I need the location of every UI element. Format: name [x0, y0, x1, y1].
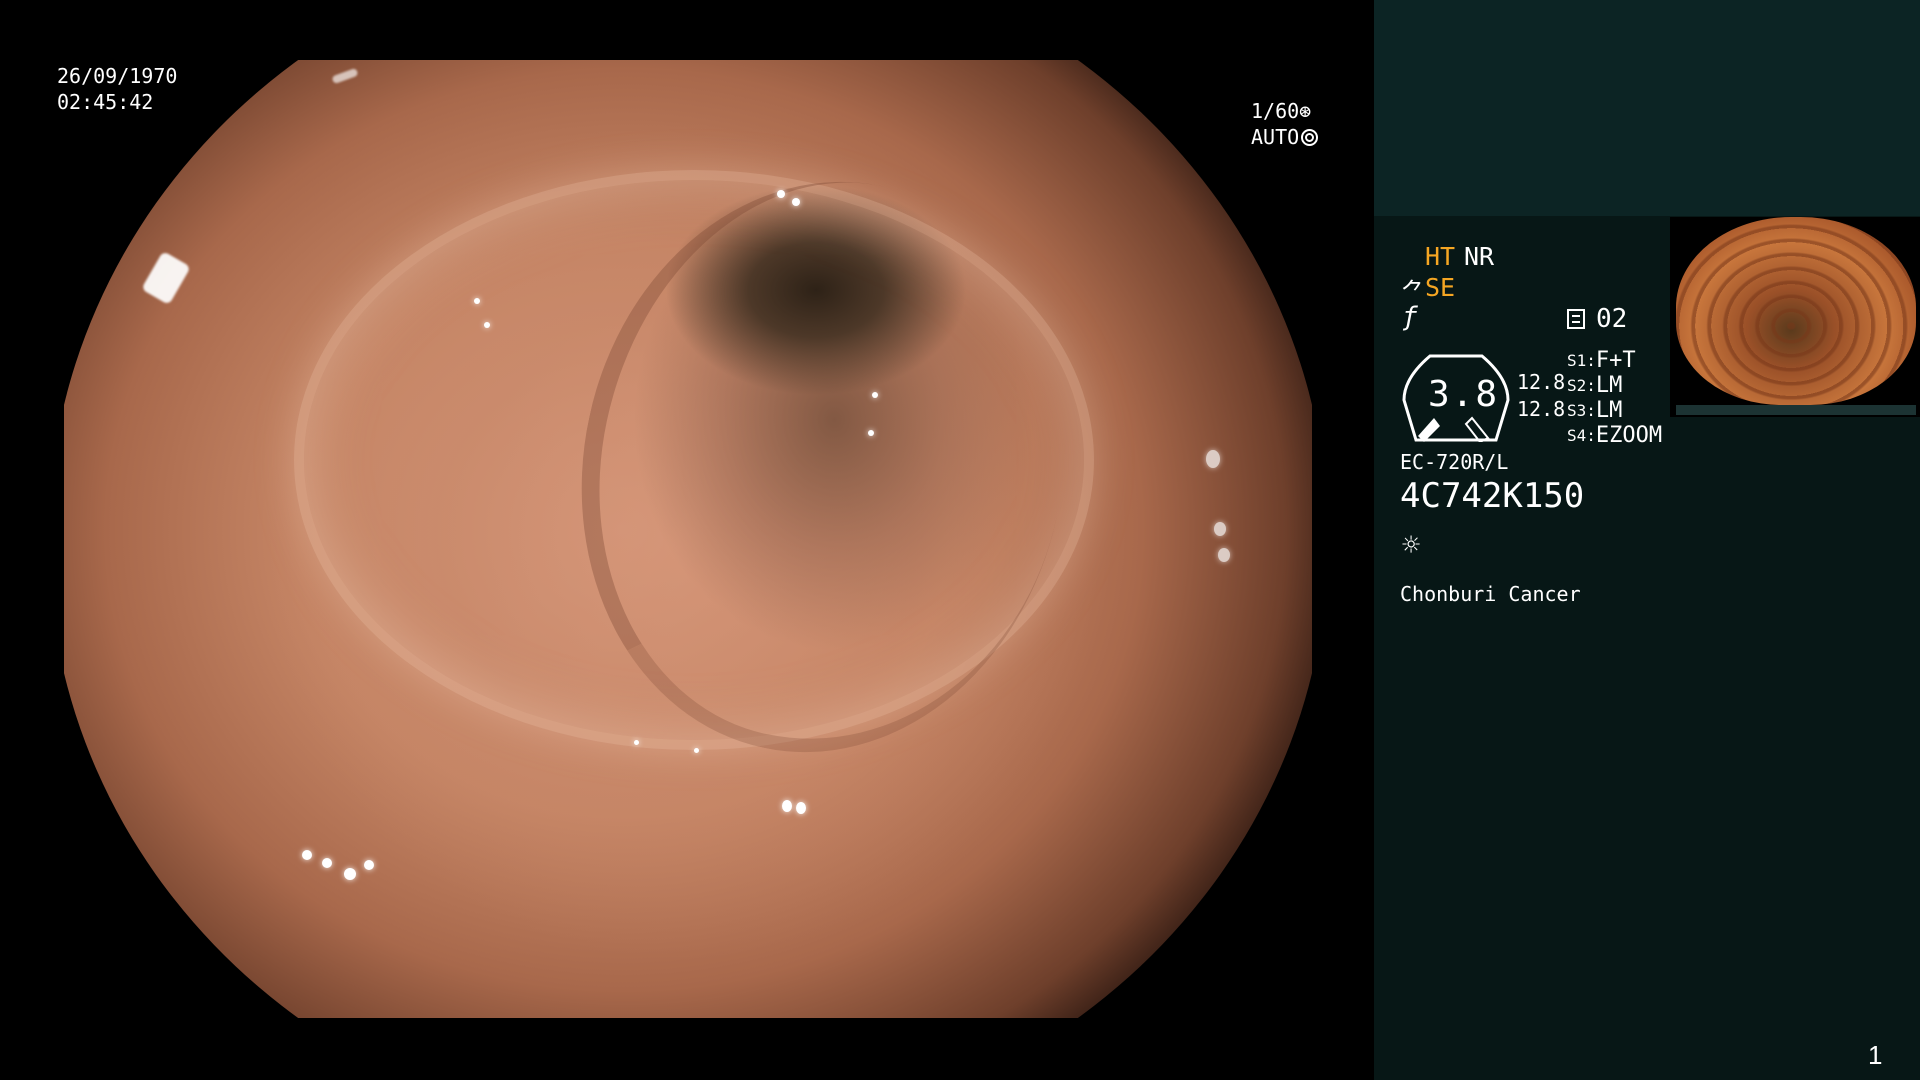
slot-key: S1: [1567, 351, 1587, 370]
shutter-text: 1/60: [1251, 99, 1300, 123]
gauge-side-value: 12.8: [1517, 397, 1566, 421]
memory-card-icon: [1567, 309, 1585, 329]
exposure-readout: 1/60⊛ AUTO: [1251, 98, 1319, 150]
scope-serial: 4C742K150: [1400, 476, 1585, 516]
thumbnail-image: [1676, 217, 1916, 405]
iris-ring-icon: [1301, 129, 1319, 146]
se-indicator: SE: [1425, 273, 1456, 302]
light-reflection: [322, 858, 332, 868]
date-text: 26/09/1970: [57, 64, 178, 88]
thumbnail-caption-bar: [1676, 405, 1916, 415]
slot-value: LM: [1595, 398, 1623, 423]
page-number: 1: [1868, 1040, 1883, 1070]
glare-highlight: [141, 250, 191, 306]
gauge-side-value: 12.8: [1517, 370, 1566, 394]
slot-value: LM: [1595, 373, 1623, 398]
panel-header-area: [1374, 0, 1920, 216]
nr-indicator: NR: [1464, 242, 1495, 271]
light-reflection: [1206, 450, 1220, 468]
light-reflection: [694, 748, 699, 753]
slot-key: S2: [1567, 376, 1587, 395]
light-reflection: [777, 190, 785, 198]
light-reflection: [1214, 522, 1226, 536]
light-reflection: [302, 850, 312, 860]
slot-s2: S2:LM: [1567, 373, 1623, 398]
slot-value: F+T: [1595, 348, 1636, 373]
light-reflection: [484, 322, 490, 328]
light-reflection: [344, 868, 356, 880]
light-sun-icon: ☼: [1402, 528, 1421, 563]
memory-number: 02: [1596, 304, 1628, 334]
light-reflection: [796, 802, 806, 814]
light-reflection: [1218, 548, 1230, 562]
date-time-readout: 26/09/1970 02:45:42: [57, 63, 177, 115]
slot-key: S4: [1567, 426, 1587, 445]
enhance-curve-icon: ƒ: [1402, 302, 1418, 332]
slot-s4: S4:EZOOM: [1567, 423, 1663, 448]
glare-highlight: [331, 67, 359, 85]
time-text: 02:45:42: [57, 90, 154, 114]
info-panel: HT NR ⺈ SE ƒ 02 3.8 12.8 12.8 S1:F+T S2:…: [1374, 0, 1920, 1080]
light-reflection: [782, 800, 792, 812]
light-reflection: [792, 198, 800, 206]
light-reflection: [364, 860, 374, 870]
light-reflection: [634, 740, 639, 745]
light-reflection: [474, 298, 480, 304]
slot-s3: S3:LM: [1567, 398, 1623, 423]
slot-value: EZOOM: [1595, 423, 1663, 448]
slot-s1: S1:F+T: [1567, 348, 1636, 373]
ht-indicator: HT: [1425, 242, 1456, 271]
aperture-icon: ⊛: [1299, 99, 1312, 123]
light-reflection: [872, 392, 878, 398]
hospital-name: Chonburi Cancer: [1400, 582, 1581, 606]
scope-model: EC-720R/L: [1400, 450, 1509, 474]
endoscope-main-view: [64, 60, 1312, 1018]
gauge-value: 3.8: [1428, 374, 1500, 415]
slot-key: S3: [1567, 401, 1587, 420]
iris-text: AUTO: [1251, 125, 1300, 149]
captured-thumbnail[interactable]: [1670, 217, 1920, 417]
light-reflection: [868, 430, 874, 436]
